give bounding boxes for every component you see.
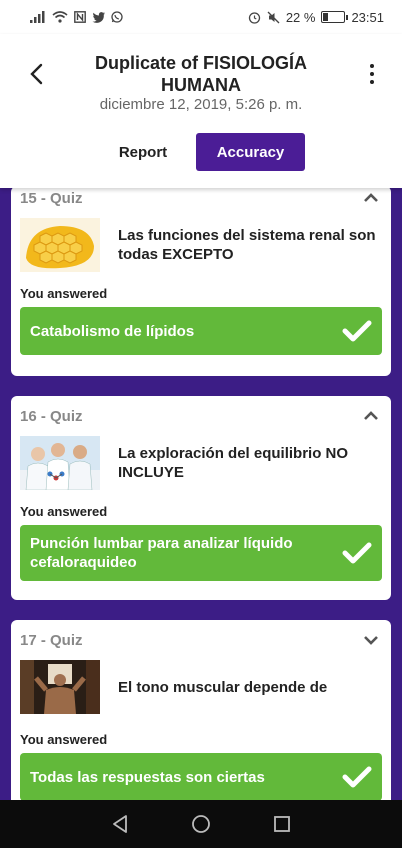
quiz-question: Las funciones del sistema renal son toda… <box>118 227 376 263</box>
answer-correct: Punción lumbar para analizar líquido cef… <box>20 525 382 581</box>
battery-percent: 22 % <box>285 9 316 25</box>
wifi-icon <box>52 11 68 23</box>
status-bar: 22 % 23:51 <box>0 0 402 34</box>
you-answered-label: You answered <box>20 732 108 747</box>
nav-back-button[interactable] <box>109 813 131 835</box>
answer-correct: Catabolismo de lípidos <box>20 307 382 355</box>
more-vert-icon <box>370 64 374 68</box>
checkmark-icon <box>342 542 372 564</box>
quiz-question: La exploración del equilibrio NO INCLUYE <box>118 445 349 481</box>
clock: 23:51 <box>351 9 384 25</box>
back-button[interactable] <box>22 60 50 88</box>
answer-correct: Todas las respuestas son ciertas <box>20 753 382 800</box>
answer-text: Punción lumbar para analizar líquido cef… <box>30 535 293 571</box>
quiz-card-header[interactable]: 15 - Quiz <box>11 188 391 210</box>
square-recents-icon <box>273 816 290 832</box>
chevron-down-icon[interactable] <box>363 635 379 645</box>
page-subtitle-date: diciembre 12, 2019, 5:26 p. m. <box>99 96 303 113</box>
alarm-icon <box>248 11 261 24</box>
quiz-card-header[interactable]: 17 - Quiz <box>11 628 391 652</box>
mute-icon <box>267 11 280 24</box>
signal-icon <box>30 11 46 23</box>
quiz-card: 17 - Quiz El tono muscular depende de Yo… <box>11 620 391 800</box>
honeycomb-image <box>20 218 100 272</box>
quiz-number: 15 - Quiz <box>20 189 83 207</box>
battery-icon <box>321 11 349 23</box>
quiz-question: El tono muscular depende de <box>118 678 328 696</box>
quiz-number: 17 - Quiz <box>20 631 83 649</box>
answer-text: Todas las respuestas son ciertas <box>30 768 265 786</box>
tab-accuracy[interactable]: Accuracy <box>196 133 305 171</box>
tab-report[interactable]: Report <box>100 134 186 170</box>
twitter-icon <box>92 11 105 23</box>
answer-text: Catabolismo de lípidos <box>30 322 195 340</box>
system-nav-bar <box>0 800 402 848</box>
nav-home-button[interactable] <box>190 813 212 835</box>
back-arrow-icon <box>30 63 43 85</box>
triangle-back-icon <box>113 815 128 833</box>
page-title: Duplicate of FISIOLOGÍA HUMANA <box>94 53 307 95</box>
nav-recents-button[interactable] <box>271 813 293 835</box>
quiz-card: 15 - Quiz Las funciones del sistema rena… <box>11 188 391 376</box>
quiz-card-header[interactable]: 16 - Quiz <box>11 404 391 428</box>
checkmark-icon <box>342 320 372 342</box>
quiz-card: 16 - Quiz La exploración del equilibrio … <box>11 396 391 600</box>
checkmark-icon <box>342 766 372 788</box>
quiz-number: 16 - Quiz <box>20 407 83 425</box>
nfc-icon <box>74 11 86 23</box>
chevron-up-icon[interactable] <box>363 411 379 421</box>
scientists-image <box>20 436 100 490</box>
whatsapp-icon <box>111 11 123 23</box>
chevron-up-icon[interactable] <box>363 193 379 203</box>
you-answered-label: You answered <box>20 286 108 301</box>
you-answered-label: You answered <box>20 504 108 519</box>
muscles-image <box>20 660 100 714</box>
more-options-button[interactable] <box>364 58 380 90</box>
circle-home-icon <box>192 815 210 833</box>
app-header: Duplicate of FISIOLOGÍA HUMANA diciembre… <box>0 34 402 188</box>
quiz-list[interactable]: 15 - Quiz Las funciones del sistema rena… <box>0 188 402 800</box>
